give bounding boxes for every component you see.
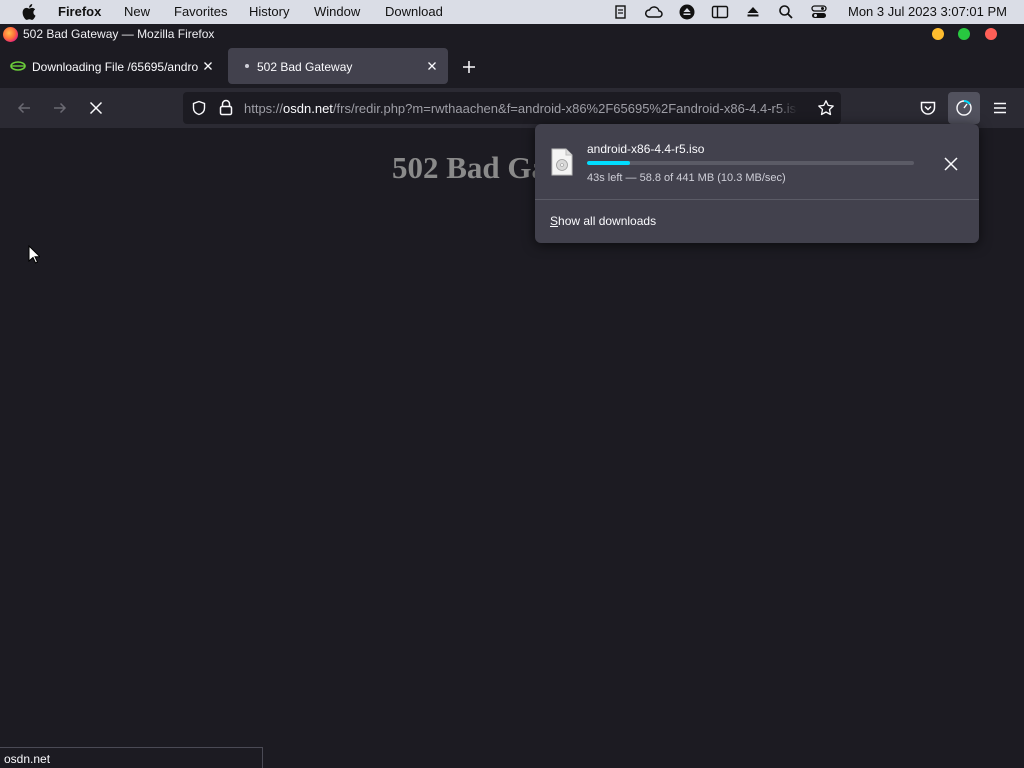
pocket-icon[interactable]	[919, 99, 937, 117]
window-title: 502 Bad Gateway — Mozilla Firefox	[23, 27, 215, 41]
macos-menu-bar: Firefox New Favorites History Window Dow…	[0, 0, 1024, 24]
url-host: osdn.net	[283, 101, 333, 116]
menu-app-name[interactable]: Firefox	[58, 5, 101, 19]
show-all-accesskey: S	[550, 214, 559, 228]
tab-502-bad-gateway[interactable]: 502 Bad Gateway	[228, 48, 448, 84]
status-url: osdn.net	[4, 752, 51, 766]
firefox-logo-icon	[3, 27, 18, 42]
menu-bar-clock[interactable]: Mon 3 Jul 2023 3:07:01 PM	[848, 5, 1007, 19]
hamburger-menu-icon[interactable]	[991, 99, 1009, 117]
link-status-bar: osdn.net	[0, 747, 263, 768]
zoom-window-button[interactable]	[958, 28, 970, 40]
downloads-button[interactable]	[948, 92, 980, 124]
url-scheme: https://	[244, 101, 284, 116]
tab-downloading-file[interactable]: Downloading File /65695/andro	[0, 48, 220, 84]
cancel-download-icon[interactable]	[943, 156, 959, 172]
new-tab-plus-icon[interactable]	[460, 58, 478, 76]
stop-loading-icon[interactable]	[87, 99, 105, 117]
lock-icon[interactable]	[219, 99, 233, 116]
spotlight-search-icon[interactable]	[778, 4, 794, 20]
downloads-panel: android-x86-4.4-r5.iso 43s left — 58.8 o…	[535, 124, 979, 243]
bookmark-star-icon[interactable]	[817, 99, 835, 117]
show-all-label: how all downloads	[558, 214, 657, 228]
control-center-icon[interactable]	[811, 4, 827, 20]
url-text[interactable]: https://osdn.net/frs/redir.php?m=rwthaac…	[244, 101, 803, 116]
forward-arrow-icon[interactable]	[51, 99, 69, 117]
url-path: /frs/redir.php?m=rwthaachen&f=android-x8…	[332, 101, 804, 116]
show-all-downloads-button[interactable]: Show all downloads	[550, 214, 656, 228]
download-progress-icon	[956, 100, 972, 116]
tab-label: 502 Bad Gateway	[257, 60, 353, 74]
menu-item-window[interactable]: Window	[314, 5, 360, 19]
menu-item-download[interactable]: Download	[385, 5, 443, 19]
close-tab-icon[interactable]	[201, 59, 215, 73]
osdn-favicon-icon	[10, 61, 26, 71]
address-bar[interactable]: https://osdn.net/frs/redir.php?m=rwthaac…	[183, 92, 841, 124]
loading-dot-icon	[245, 64, 249, 68]
creative-cloud-icon[interactable]	[645, 4, 663, 20]
document-status-icon[interactable]	[613, 4, 629, 20]
close-tab-icon[interactable]	[425, 59, 439, 73]
apple-logo-icon[interactable]	[22, 4, 36, 20]
menu-item-new[interactable]: New	[124, 5, 150, 19]
back-arrow-icon[interactable]	[15, 99, 33, 117]
sidebar-toggle-icon[interactable]	[711, 4, 729, 20]
tracking-protection-shield-icon[interactable]	[191, 100, 207, 116]
tab-label: Downloading File /65695/andro	[32, 60, 198, 74]
url-fade	[777, 92, 811, 124]
eject-circle-icon[interactable]	[679, 4, 695, 20]
window-title-bar: 502 Bad Gateway — Mozilla Firefox	[0, 24, 1024, 44]
download-progress-bar	[587, 161, 914, 165]
tab-strip: Downloading File /65695/andro 502 Bad Ga…	[0, 44, 1024, 88]
eject-icon[interactable]	[745, 4, 761, 20]
navigation-toolbar: https://osdn.net/frs/redir.php?m=rwthaac…	[0, 88, 1024, 128]
download-filename: android-x86-4.4-r5.iso	[587, 142, 705, 156]
download-progress-fill	[587, 161, 630, 165]
panel-divider	[535, 199, 979, 200]
menu-item-history[interactable]: History	[249, 5, 289, 19]
menu-item-favorites[interactable]: Favorites	[174, 5, 227, 19]
mouse-cursor-icon	[28, 245, 40, 264]
minimize-window-button[interactable]	[932, 28, 944, 40]
disc-image-file-icon	[551, 148, 573, 176]
close-window-button[interactable]	[985, 28, 997, 40]
download-status: 43s left — 58.8 of 441 MB (10.3 MB/sec)	[587, 172, 786, 184]
